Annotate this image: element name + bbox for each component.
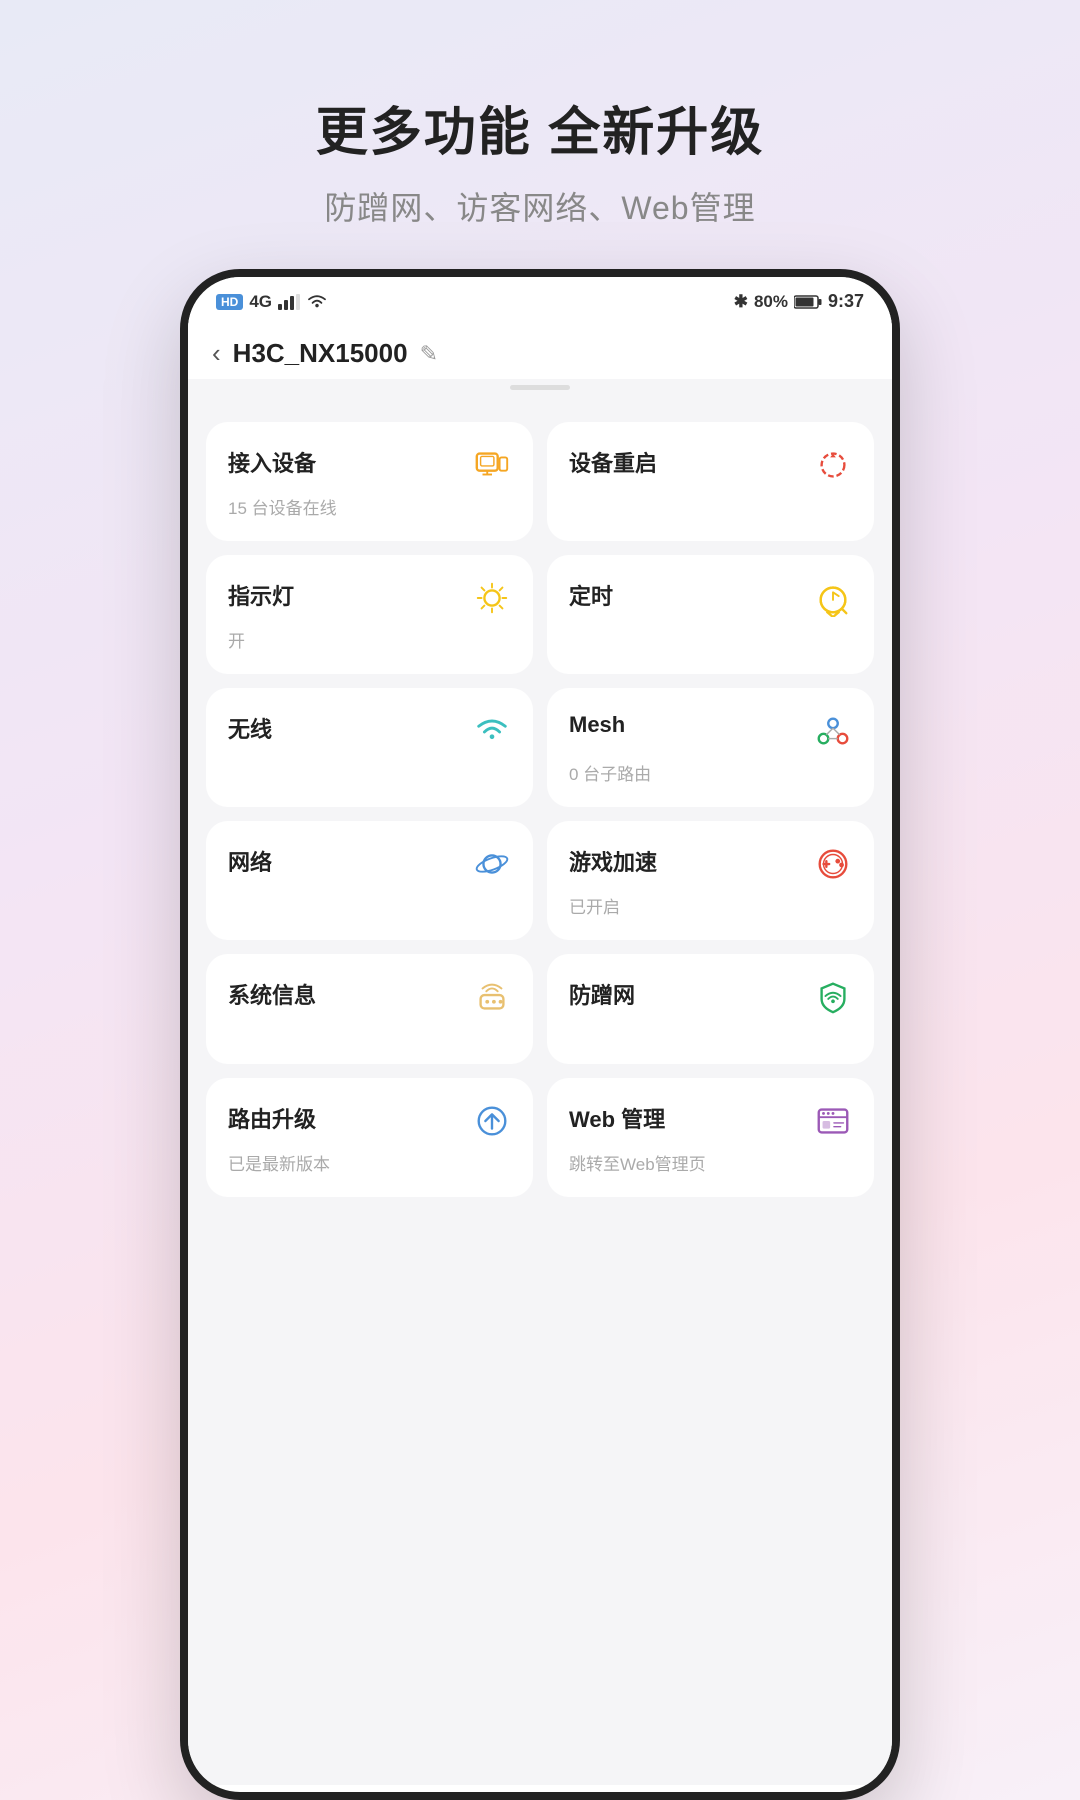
card-sub: 跳转至Web管理页 bbox=[569, 1150, 852, 1175]
page-title: 更多功能 全新升级 bbox=[316, 90, 764, 165]
shield-icon bbox=[814, 978, 852, 1016]
card-indicator-light[interactable]: 指示灯 开 bbox=[206, 555, 533, 674]
card-header: 游戏加速 bbox=[569, 845, 852, 883]
card-header: 防蹭网 bbox=[569, 978, 852, 1016]
card-game-boost[interactable]: 游戏加速 已开启 bbox=[547, 821, 874, 940]
card-timer[interactable]: 定时 bbox=[547, 555, 874, 674]
phone-mockup: HD 4G ✱ 80% 9:37 bbox=[180, 269, 900, 1800]
card-label: 定时 bbox=[569, 579, 613, 611]
card-reboot[interactable]: 设备重启 bbox=[547, 422, 874, 541]
game-icon bbox=[814, 845, 852, 883]
drag-handle bbox=[510, 385, 570, 390]
status-bar: HD 4G ✱ 80% 9:37 bbox=[188, 277, 892, 320]
mesh-icon bbox=[814, 712, 852, 750]
card-mesh[interactable]: Mesh 0 台子路由 bbox=[547, 688, 874, 807]
network-icon bbox=[473, 845, 511, 883]
card-sub: 0 台子路由 bbox=[569, 760, 852, 785]
card-connected-devices[interactable]: 接入设备 15 台设备在线 bbox=[206, 422, 533, 541]
wifi-icon bbox=[473, 712, 511, 750]
hd-badge: HD bbox=[216, 294, 243, 310]
bluetooth-icon: ✱ bbox=[734, 292, 748, 312]
card-header: 设备重启 bbox=[569, 446, 852, 484]
card-web-manage[interactable]: Web 管理 跳转至Web管理页 bbox=[547, 1078, 874, 1197]
card-sub: 已是最新版本 bbox=[228, 1150, 511, 1175]
card-header: Mesh bbox=[569, 712, 852, 750]
card-label: Mesh bbox=[569, 712, 625, 738]
card-system-info[interactable]: 系统信息 bbox=[206, 954, 533, 1064]
light-icon bbox=[473, 579, 511, 617]
bars-icon bbox=[278, 294, 300, 310]
card-anti-rub[interactable]: 防蹭网 bbox=[547, 954, 874, 1064]
card-network[interactable]: 网络 bbox=[206, 821, 533, 940]
card-header: 接入设备 bbox=[228, 446, 511, 484]
card-header: 网络 bbox=[228, 845, 511, 883]
web-icon bbox=[814, 1102, 852, 1140]
device-icon bbox=[473, 446, 511, 484]
signal-icon: 4G bbox=[249, 292, 272, 312]
card-header: 路由升级 bbox=[228, 1102, 511, 1140]
card-label: 指示灯 bbox=[228, 579, 294, 611]
card-header: 系统信息 bbox=[228, 978, 511, 1016]
page-header: 更多功能 全新升级 防蹭网、访客网络、Web管理 bbox=[316, 0, 764, 229]
status-left: HD 4G bbox=[216, 292, 328, 312]
app-content: ‹ H3C_NX15000 ✎ 接入设备 15 台设备在线 bbox=[188, 320, 892, 1785]
grid-container: 接入设备 15 台设备在线 设备重启 bbox=[188, 406, 892, 1213]
card-sub: 开 bbox=[228, 627, 511, 652]
page-subtitle: 防蹭网、访客网络、Web管理 bbox=[316, 183, 764, 229]
battery-text: 80% bbox=[754, 292, 788, 312]
edit-icon[interactable]: ✎ bbox=[420, 341, 438, 367]
card-header: Web 管理 bbox=[569, 1102, 852, 1140]
top-nav: ‹ H3C_NX15000 ✎ bbox=[188, 320, 892, 379]
battery-icon bbox=[794, 295, 822, 309]
card-label: 设备重启 bbox=[569, 446, 657, 478]
card-header: 定时 bbox=[569, 579, 852, 617]
card-upgrade[interactable]: 路由升级 已是最新版本 bbox=[206, 1078, 533, 1197]
wifi-status-icon bbox=[306, 294, 328, 310]
card-sub: 已开启 bbox=[569, 893, 852, 918]
card-sub: 15 台设备在线 bbox=[228, 494, 511, 519]
card-label: 无线 bbox=[228, 712, 272, 744]
card-label: 接入设备 bbox=[228, 446, 316, 478]
timer-icon bbox=[814, 579, 852, 617]
system-icon bbox=[473, 978, 511, 1016]
card-label: 游戏加速 bbox=[569, 845, 657, 877]
status-right: ✱ 80% 9:37 bbox=[734, 291, 864, 312]
card-header: 指示灯 bbox=[228, 579, 511, 617]
card-label: 防蹭网 bbox=[569, 978, 635, 1010]
card-label: Web 管理 bbox=[569, 1102, 665, 1134]
card-label: 网络 bbox=[228, 845, 272, 877]
back-button[interactable]: ‹ bbox=[212, 338, 221, 369]
card-label: 路由升级 bbox=[228, 1102, 316, 1134]
card-header: 无线 bbox=[228, 712, 511, 750]
card-wireless[interactable]: 无线 bbox=[206, 688, 533, 807]
upgrade-icon bbox=[473, 1102, 511, 1140]
time-display: 9:37 bbox=[828, 291, 864, 312]
card-label: 系统信息 bbox=[228, 978, 316, 1010]
reboot-icon bbox=[814, 446, 852, 484]
nav-title: H3C_NX15000 bbox=[233, 338, 408, 369]
